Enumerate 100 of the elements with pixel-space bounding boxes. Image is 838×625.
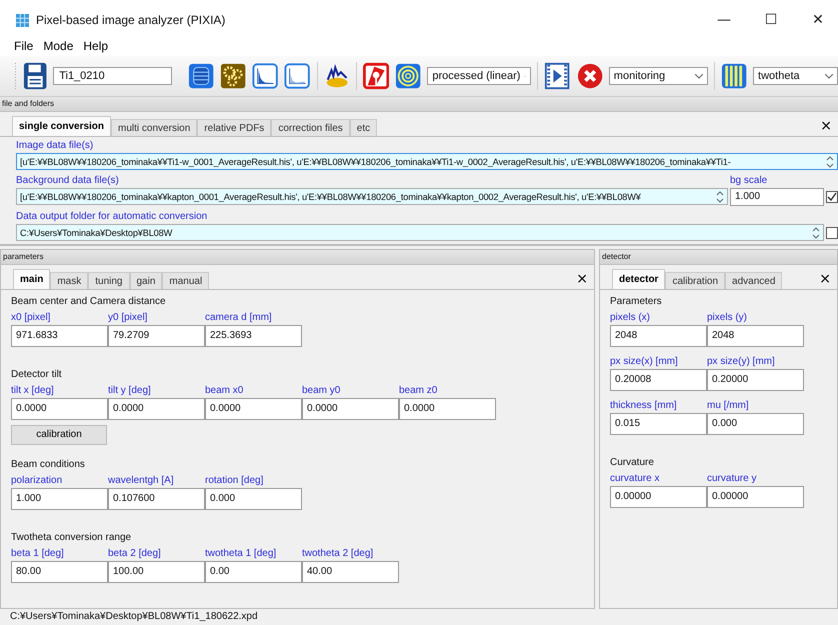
input-field[interactable]: 79.2709 [108, 325, 205, 347]
input-field[interactable]: 0.00000 [610, 486, 707, 508]
field-label: px size(x) [mm] [610, 355, 679, 368]
input-field[interactable]: 0.000 [707, 413, 804, 435]
database-icon[interactable] [188, 62, 214, 90]
input-field[interactable]: 0.107600 [108, 488, 205, 510]
checkbox[interactable] [826, 226, 838, 238]
input-field[interactable]: 0.0000 [302, 398, 399, 420]
input-field[interactable]: 80.00 [11, 560, 108, 582]
grid-icon [16, 14, 29, 26]
tab[interactable]: advanced [725, 272, 782, 289]
input-field[interactable]: 2048 [707, 325, 804, 347]
field-label: camera d [mm] [205, 311, 273, 324]
axis-dropdown[interactable]: twotheta [753, 67, 838, 85]
input-field[interactable]: 0.00000 [707, 486, 804, 508]
stripes-icon[interactable] [720, 62, 748, 90]
field-label: Data output folder for automatic conversion [16, 210, 208, 223]
display-dropdown[interactable]: processed (linear) [427, 67, 532, 85]
input-field[interactable]: 2048 [610, 325, 707, 347]
field-label: wavelentgh [A] [108, 474, 175, 486]
menu-item[interactable]: File [10, 39, 38, 53]
input-field[interactable]: 100.00 [108, 560, 205, 582]
mode-dropdown[interactable]: monitoring [608, 67, 708, 85]
field-label: bg scale [730, 174, 768, 187]
chart-icon[interactable] [252, 62, 278, 90]
window-control[interactable]: ☐ [751, 12, 791, 28]
field-label: x0 [pixel] [11, 311, 52, 324]
close-button[interactable]: × [813, 271, 837, 287]
pin-icon[interactable] [362, 62, 390, 90]
tab[interactable]: tuning [88, 272, 130, 289]
tab[interactable]: manual [162, 272, 210, 289]
field-label: y0 [pixel] [108, 311, 148, 324]
field-label: curvature y [707, 472, 758, 485]
input-field[interactable]: 0.20000 [707, 369, 804, 391]
save-icon[interactable] [22, 61, 48, 91]
menu-item[interactable]: Help [79, 39, 112, 53]
input-field[interactable]: 40.00 [302, 560, 399, 582]
field-label: curvature x [610, 472, 660, 485]
window-control[interactable]: ✕ [798, 12, 838, 28]
close-button[interactable]: × [814, 118, 838, 134]
field-label: pixels (x) [610, 311, 652, 324]
input-field[interactable]: C:¥Users¥Tominaka¥Desktop¥BL08W [16, 224, 824, 241]
field-label: tilt x [deg] [11, 384, 55, 397]
field-label: px size(y) [mm] [707, 355, 776, 368]
spinner-icon[interactable] [826, 154, 834, 168]
field-label: rotation [deg] [205, 474, 264, 486]
field-label: twotheta 2 [deg] [302, 546, 374, 560]
calibration-button[interactable]: calibration [11, 424, 107, 444]
input-field[interactable]: 0.20008 [610, 369, 707, 391]
tab[interactable]: gain [130, 272, 162, 289]
name-field[interactable]: Ti1_0210 [53, 67, 172, 85]
gears-icon[interactable] [220, 62, 246, 90]
section-heading: Detector tilt [11, 369, 63, 380]
input-field[interactable]: 971.6833 [11, 325, 108, 347]
checkbox[interactable] [826, 191, 838, 203]
field-label: beta 2 [deg] [108, 546, 162, 560]
input-field[interactable]: 1.000 [730, 188, 824, 206]
film-play-icon[interactable] [544, 62, 571, 90]
input-field[interactable]: 0.0000 [205, 398, 302, 420]
input-field[interactable]: 0.0000 [108, 398, 205, 420]
input-field[interactable]: 225.3693 [205, 325, 302, 347]
field-label: Background data file(s) [16, 174, 120, 187]
chart-icon[interactable] [284, 62, 311, 90]
panel-header: file and folders [0, 97, 838, 112]
input-field[interactable]: [u'E:¥¥BL08W¥¥180206_tominaka¥¥kapton_0001_AverageResult.his', u'E:¥¥BL08W¥¥180206_tominaka¥¥kapton_0002_AverageResult.his', u'E:¥¥BL08W¥ [16, 188, 728, 205]
close-circle-icon[interactable] [576, 62, 603, 90]
tab[interactable]: etc [350, 119, 378, 136]
tab[interactable]: single conversion [12, 116, 112, 136]
tab[interactable]: multi conversion [111, 119, 198, 136]
panel-header: parameters [1, 250, 594, 265]
section-heading: Parameters [610, 296, 663, 307]
input-field[interactable]: 0.000 [205, 488, 302, 510]
input-field[interactable]: 0.0000 [11, 398, 108, 420]
target-icon[interactable] [395, 62, 422, 90]
input-field[interactable]: 0.0000 [399, 398, 496, 420]
tab[interactable]: mask [50, 272, 88, 289]
field-label: thickness [mm] [610, 399, 678, 412]
grip-icon [14, 61, 17, 91]
tab[interactable]: main [13, 269, 50, 289]
close-button[interactable]: × [570, 271, 594, 287]
window-control[interactable]: — [704, 12, 744, 28]
tab[interactable]: relative PDFs [197, 119, 272, 136]
panel-header: detector [600, 250, 837, 265]
input-field[interactable]: 1.000 [11, 488, 108, 510]
tab[interactable]: correction files [271, 119, 350, 136]
tab[interactable]: calibration [665, 272, 726, 289]
caret-icon [825, 74, 834, 78]
input-field[interactable]: [u'E:¥¥BL08W¥¥180206_tominaka¥¥Ti1-w_0001_AverageResult.his', u'E:¥¥BL08W¥¥180206_tominaka¥¥Ti1-w_0002_AverageResult.his', u'E:¥¥BL08W¥¥180206_tominaka¥¥Ti1- [16, 153, 838, 170]
menu-item[interactable]: Mode [39, 39, 78, 53]
spinner-icon[interactable] [716, 190, 724, 204]
section-heading: Beam conditions [11, 458, 86, 470]
section-heading: Twotheta conversion range [11, 532, 132, 542]
section-heading: Curvature [610, 457, 655, 468]
section-heading: Beam center and Camera distance [11, 296, 167, 307]
spinner-icon[interactable] [812, 226, 820, 240]
tab[interactable]: detector [612, 269, 666, 289]
input-field[interactable]: 0.00 [205, 560, 302, 582]
field-label: polarization [11, 474, 64, 486]
field-label: twotheta 1 [deg] [205, 546, 278, 560]
input-field[interactable]: 0.015 [610, 413, 707, 435]
